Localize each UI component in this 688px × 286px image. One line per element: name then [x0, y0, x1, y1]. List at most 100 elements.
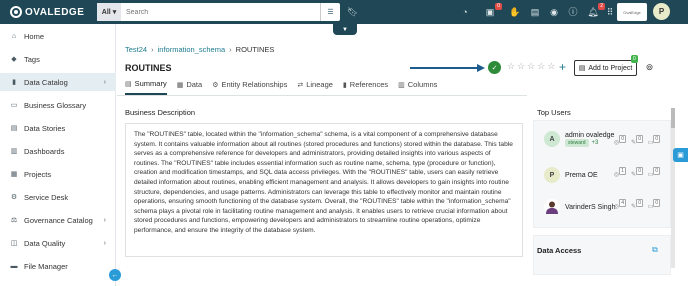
- org-switcher[interactable]: OvalEdge: [617, 3, 647, 21]
- business-description-title: Business Description: [125, 108, 196, 117]
- right-panel-scrollbar[interactable]: [671, 108, 675, 268]
- governance-icon: ⚖: [10, 217, 18, 224]
- tab-entity-relationships[interactable]: ⚙ Entity Relationships: [212, 79, 287, 95]
- chart-icon[interactable]: ▤: [529, 6, 541, 18]
- home-icon: ⌂: [11, 32, 17, 40]
- sidebar-item-label: Dashboards: [24, 146, 65, 156]
- cart-badge: 0: [495, 3, 502, 10]
- lineage-icon: ⇄: [297, 81, 304, 89]
- sidebar-item-dashboards[interactable]: ▥ Dashboards: [0, 142, 116, 160]
- chat-icon: ▣: [677, 152, 684, 159]
- tab-summary[interactable]: ▤ Summary: [125, 79, 167, 95]
- stat-count: 4: [619, 199, 626, 207]
- sidebar-item-service-desk[interactable]: ⚙ Service Desk: [0, 188, 116, 206]
- sidebar-item-data-quality[interactable]: ◫ Data Quality ›: [0, 234, 116, 252]
- view-icon: ◎ 1: [613, 167, 626, 178]
- sidebar-item-label: Data Quality: [24, 238, 66, 248]
- sidebar-item-label: Data Stories: [24, 123, 66, 133]
- sidebar-item-tags[interactable]: ◆ Tags: [0, 50, 116, 68]
- tab-data[interactable]: ▦ Data: [177, 79, 202, 95]
- cart-icon[interactable]: ▣ 0: [484, 3, 502, 18]
- star-icon[interactable]: ☆: [537, 61, 545, 72]
- project-count-badge: 0: [631, 55, 638, 63]
- top-user-row[interactable]: P Prema OE: [544, 167, 598, 183]
- info-icon[interactable]: ⓘ: [567, 6, 579, 18]
- role-more-count[interactable]: +3: [592, 140, 599, 146]
- top-user-row[interactable]: A admin ovaledge steward +3: [544, 131, 614, 147]
- certify-button[interactable]: ✓: [488, 61, 501, 74]
- project-icon: ▤: [578, 65, 586, 72]
- tab-bar: ▤ Summary ▦ Data ⚙ Entity Relationships ⇄ Li…: [125, 79, 437, 95]
- glossary-icon: ▭: [10, 102, 18, 109]
- sidebar-item-label: Governance Catalog: [24, 215, 93, 225]
- apps-grid-icon[interactable]: ⠿: [604, 6, 616, 18]
- sidebar-item-label: File Manager: [24, 261, 68, 271]
- chevron-down-icon: ▼: [342, 26, 348, 33]
- logo[interactable]: OVALEDGE: [10, 6, 84, 18]
- top-users-title: Top Users: [537, 108, 571, 117]
- sidebar-item-projects[interactable]: ▦ Projects: [0, 165, 116, 183]
- tab-label: References: [349, 80, 389, 89]
- tab-columns[interactable]: ▥ Columns: [398, 79, 437, 95]
- page-title: ROUTINES: [125, 63, 172, 73]
- user-activity-stats: ◎ 4 ✎ 0 ▭ 0: [611, 199, 660, 213]
- sidebar-item-governance-catalog[interactable]: ⚖ Governance Catalog ›: [0, 211, 116, 229]
- sidebar-item-data-stories[interactable]: ▤ Data Stories: [0, 119, 116, 137]
- breadcrumb-link-schema[interactable]: information_schema: [158, 45, 226, 54]
- side-panel-toggle[interactable]: ▣: [673, 148, 688, 162]
- search-scope-dropdown[interactable]: All ▾: [97, 3, 121, 21]
- tab-references[interactable]: ▮ References: [343, 79, 388, 95]
- arrow-left-icon: ←: [111, 271, 119, 279]
- certified-icon: ✓: [491, 64, 498, 72]
- chevron-right-icon: ›: [103, 216, 106, 224]
- external-link-icon[interactable]: ⧉: [652, 245, 658, 255]
- tab-label: Lineage: [306, 80, 333, 89]
- stories-icon: ▤: [10, 125, 18, 132]
- role-badge: steward: [565, 138, 589, 147]
- search-input[interactable]: [121, 3, 320, 21]
- star-icon[interactable]: ☆: [507, 61, 515, 72]
- star-icon[interactable]: ☆: [517, 61, 525, 72]
- sidebar-item-business-glossary[interactable]: ▭ Business Glossary: [0, 96, 116, 114]
- tag-icon: ◆: [11, 56, 17, 63]
- stat-count: 0: [653, 199, 660, 207]
- search-bar: All ▾ ☰: [97, 3, 340, 21]
- data-access-title: Data Access: [537, 246, 582, 255]
- star-icon[interactable]: ☆: [547, 61, 555, 72]
- breadcrumb-current: ROUTINES: [235, 45, 275, 54]
- summary-icon: ▤: [125, 80, 132, 88]
- bookmark-icon[interactable]: 🔖︎: [347, 7, 358, 18]
- add-to-project-button[interactable]: ▤ Add to Project: [574, 60, 637, 76]
- stat-count: 1: [619, 167, 626, 175]
- avatar-initial: A: [549, 135, 555, 143]
- bell-icon[interactable]: 🔔︎ 2: [587, 3, 605, 18]
- avatar: P: [544, 167, 560, 183]
- help-icon[interactable]: ◉: [548, 6, 560, 18]
- file-manager-icon: ▬: [10, 262, 18, 270]
- top-user-row[interactable]: VarinderS Singh: [544, 199, 615, 215]
- columns-icon: ▥: [398, 81, 405, 89]
- sidebar-item-data-catalog[interactable]: ▮ Data Catalog ›: [0, 73, 116, 91]
- settings-icon[interactable]: ⊚: [643, 61, 656, 74]
- hand-icon[interactable]: ✋: [509, 6, 521, 18]
- user-name: admin ovaledge: [565, 131, 615, 139]
- stat-count: 0: [619, 135, 626, 143]
- dashboard-icon[interactable]: ◔: [459, 6, 471, 18]
- star-icon[interactable]: ☆: [527, 61, 535, 72]
- collapse-header-toggle[interactable]: ▼: [333, 24, 357, 35]
- rating-stars[interactable]: ☆ ☆ ☆ ☆ ☆: [507, 61, 555, 72]
- sidebar-item-file-manager[interactable]: ▬ File Manager: [0, 257, 116, 275]
- tab-lineage[interactable]: ⇄ Lineage: [297, 79, 333, 95]
- breadcrumb-link-connection[interactable]: Test24: [125, 45, 147, 54]
- sidebar-item-label: Home: [24, 31, 45, 41]
- filter-icon[interactable]: ☰: [320, 3, 340, 21]
- add-icon[interactable]: +: [559, 60, 566, 74]
- sidebar-item-home[interactable]: ⌂ Home: [0, 27, 116, 45]
- tab-label: Summary: [134, 79, 167, 88]
- data-icon: ▦: [176, 81, 184, 89]
- business-description-panel[interactable]: The "ROUTINES" table, located within the…: [125, 123, 523, 257]
- collapse-sidebar-button[interactable]: ←: [109, 269, 121, 281]
- scroll-thumb[interactable]: [671, 108, 675, 128]
- user-avatar[interactable]: P: [653, 3, 670, 20]
- user-name: VarinderS Singh: [565, 203, 616, 211]
